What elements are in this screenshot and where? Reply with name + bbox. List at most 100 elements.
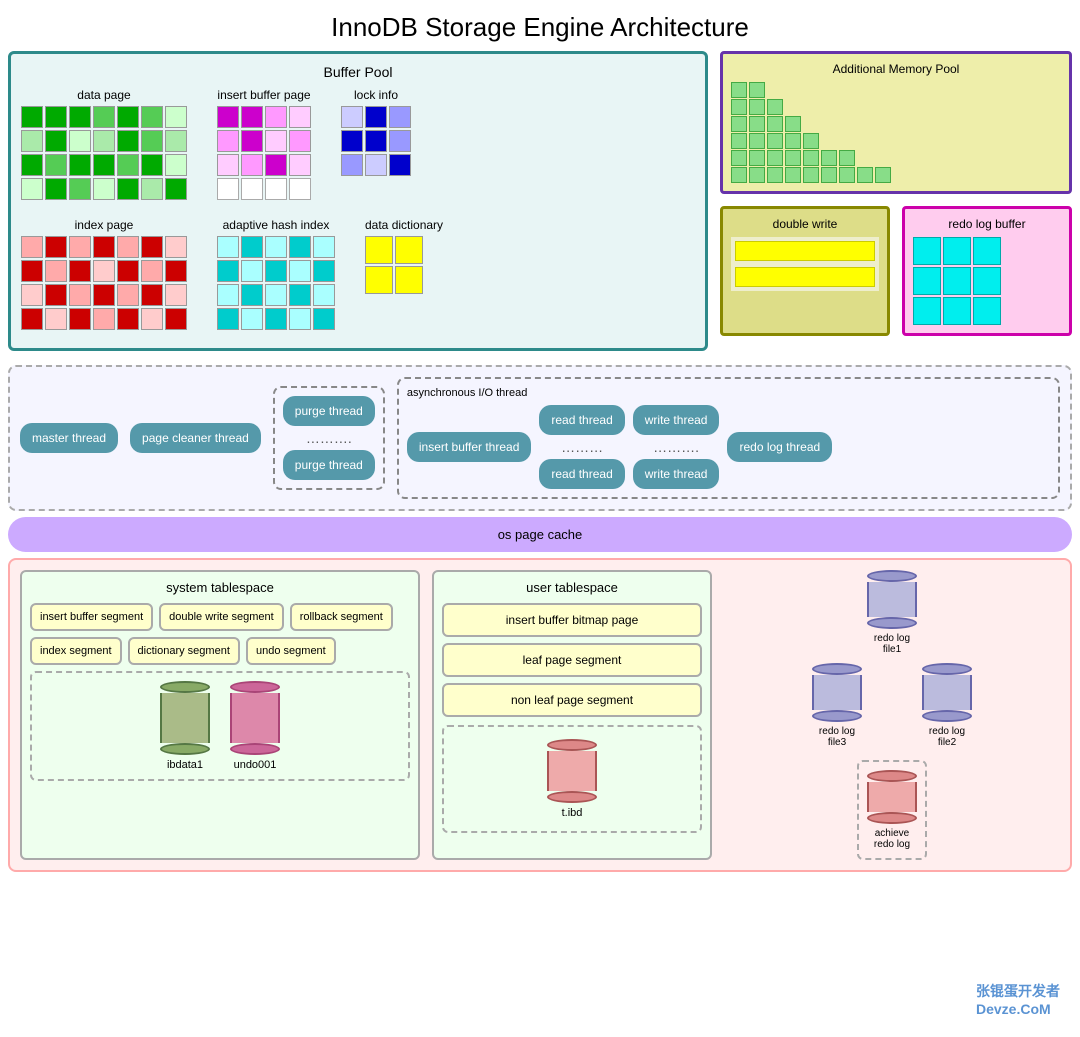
segments-row-2: index segment dictionary segment undo se… bbox=[30, 637, 410, 665]
cyl-body bbox=[867, 582, 917, 617]
async-inner: insert buffer thread read thread ……… rea… bbox=[407, 405, 1050, 489]
tibd-label: t.ibd bbox=[562, 807, 583, 819]
write-thread-col: write thread ………. write thread bbox=[633, 405, 720, 489]
data-page-grid bbox=[21, 106, 187, 200]
cyl-top bbox=[547, 739, 597, 751]
lock-info-section: lock info bbox=[341, 88, 411, 200]
user-file-box: t.ibd bbox=[442, 725, 702, 833]
buffer-pool-title: Buffer Pool bbox=[21, 64, 695, 80]
rollback-segment: rollback segment bbox=[290, 603, 393, 631]
cyl-bottom bbox=[230, 743, 280, 755]
cyl-body bbox=[922, 675, 972, 710]
redo-log-buffer-grid bbox=[913, 237, 1061, 325]
lock-info-label: lock info bbox=[341, 88, 411, 102]
redo-log-buffer: redo log buffer bbox=[902, 206, 1072, 336]
right-panels: Additional Memory Pool double write bbox=[720, 51, 1072, 351]
redo-log-thread-col: redo log thread bbox=[727, 432, 832, 462]
top-section: Buffer Pool data page insert buffer pa bbox=[0, 51, 1080, 359]
redo-middle-row: redo log file3 redo log file2 bbox=[812, 663, 972, 748]
dw-redo-row: double write redo log buffer bbox=[720, 206, 1072, 336]
write-thread-2: write thread bbox=[633, 459, 720, 489]
segments-row-1: insert buffer segment double write segme… bbox=[30, 603, 410, 631]
cyl-top bbox=[867, 570, 917, 582]
watermark: 张锟蛋开发者Devze.CoM bbox=[976, 981, 1060, 1017]
system-ts-title: system tablespace bbox=[30, 580, 410, 595]
purge-dots: ………. bbox=[306, 430, 352, 446]
redo-file1-label: redo log file1 bbox=[874, 633, 910, 655]
data-dictionary-section: data dictionary bbox=[365, 218, 443, 330]
data-dictionary-grid bbox=[365, 236, 443, 294]
cyl-bottom bbox=[867, 812, 917, 824]
write-thread-1: write thread bbox=[633, 405, 720, 435]
lock-info-grid bbox=[341, 106, 411, 176]
index-page-grid bbox=[21, 236, 187, 330]
non-leaf-page-segment: non leaf page segment bbox=[442, 683, 702, 717]
double-write-bars bbox=[731, 237, 879, 291]
purge-thread-2: purge thread bbox=[283, 450, 375, 480]
staircase-visual bbox=[731, 82, 1061, 183]
cyl-body bbox=[230, 693, 280, 743]
redo-file3: redo log file3 bbox=[812, 663, 862, 748]
cyl-body bbox=[160, 693, 210, 743]
purge-threads-group: purge thread ………. purge thread bbox=[273, 386, 385, 490]
read-thread-1: read thread bbox=[539, 405, 624, 435]
undo001-cylinder: undo001 bbox=[230, 681, 280, 771]
ibdata1-cylinder: ibdata1 bbox=[160, 681, 210, 771]
system-tablespace: system tablespace insert buffer segment … bbox=[20, 570, 420, 860]
buffer-pool: Buffer Pool data page insert buffer pa bbox=[8, 51, 708, 351]
cyl-top bbox=[812, 663, 862, 675]
insert-buffer-page-grid bbox=[217, 106, 311, 200]
additional-memory-pool: Additional Memory Pool bbox=[720, 51, 1072, 194]
purge-thread-col: purge thread ………. purge thread bbox=[283, 396, 375, 480]
cyl-bottom bbox=[812, 710, 862, 722]
async-io-title: asynchronous I/O thread bbox=[407, 387, 1050, 399]
page-title: InnoDB Storage Engine Architecture bbox=[0, 0, 1080, 51]
redo-file2: redo log file2 bbox=[922, 663, 972, 748]
achieve-redo-cyl: achieve redo log bbox=[867, 770, 917, 850]
purge-thread-1: purge thread bbox=[283, 396, 375, 426]
double-write-title: double write bbox=[731, 217, 879, 231]
bp-row2: index page adaptive hash index bbox=[21, 218, 695, 338]
dw-bar-2 bbox=[735, 267, 875, 287]
index-segment: index segment bbox=[30, 637, 122, 665]
cyl-bottom bbox=[922, 710, 972, 722]
insert-buffer-page-section: insert buffer page bbox=[217, 88, 311, 200]
cyl-body bbox=[547, 751, 597, 791]
dictionary-segment: dictionary segment bbox=[128, 637, 240, 665]
redo-section: redo log file1 redo log file3 bbox=[724, 570, 1060, 860]
tibd-cylinder: t.ibd bbox=[547, 739, 597, 819]
adaptive-hash-section: adaptive hash index bbox=[217, 218, 335, 330]
dw-bar-1 bbox=[735, 241, 875, 261]
insert-buffer-page-label: insert buffer page bbox=[217, 88, 311, 102]
data-dictionary-label: data dictionary bbox=[365, 218, 443, 232]
cyl-bottom bbox=[160, 743, 210, 755]
insert-buffer-thread: insert buffer thread bbox=[407, 432, 532, 462]
ts-files: ibdata1 undo001 bbox=[30, 671, 410, 781]
redo-file2-label: redo log file2 bbox=[929, 726, 965, 748]
read-dots: ……… bbox=[561, 439, 603, 455]
insert-buffer-thread-col: insert buffer thread bbox=[407, 432, 532, 462]
adaptive-hash-label: adaptive hash index bbox=[217, 218, 335, 232]
page-cleaner-thread: page cleaner thread bbox=[130, 423, 261, 453]
thread-section: master thread page cleaner thread purge … bbox=[8, 365, 1072, 511]
index-page-section: index page bbox=[21, 218, 187, 330]
ibdata1-label: ibdata1 bbox=[167, 759, 203, 771]
cyl-bottom bbox=[547, 791, 597, 803]
read-thread-2: read thread bbox=[539, 459, 624, 489]
leaf-page-segment: leaf page segment bbox=[442, 643, 702, 677]
cyl-top bbox=[922, 663, 972, 675]
cyl-bottom bbox=[867, 617, 917, 629]
redo-log-buffer-title: redo log buffer bbox=[913, 217, 1061, 231]
achieve-label: achieve redo log bbox=[874, 828, 910, 850]
bp-row1: data page insert buffer page bbox=[21, 88, 695, 208]
user-ts-title: user tablespace bbox=[442, 580, 702, 595]
adaptive-hash-grid bbox=[217, 236, 335, 330]
redo-file3-label: redo log file3 bbox=[819, 726, 855, 748]
undo-segment: undo segment bbox=[246, 637, 336, 665]
redo-file1: redo log file1 bbox=[867, 570, 917, 655]
insert-buffer-segment: insert buffer segment bbox=[30, 603, 153, 631]
read-thread-col: read thread ……… read thread bbox=[539, 405, 624, 489]
async-io-group: asynchronous I/O thread insert buffer th… bbox=[397, 377, 1060, 499]
user-tablespace: user tablespace insert buffer bitmap pag… bbox=[432, 570, 712, 860]
cyl-body bbox=[867, 782, 917, 812]
